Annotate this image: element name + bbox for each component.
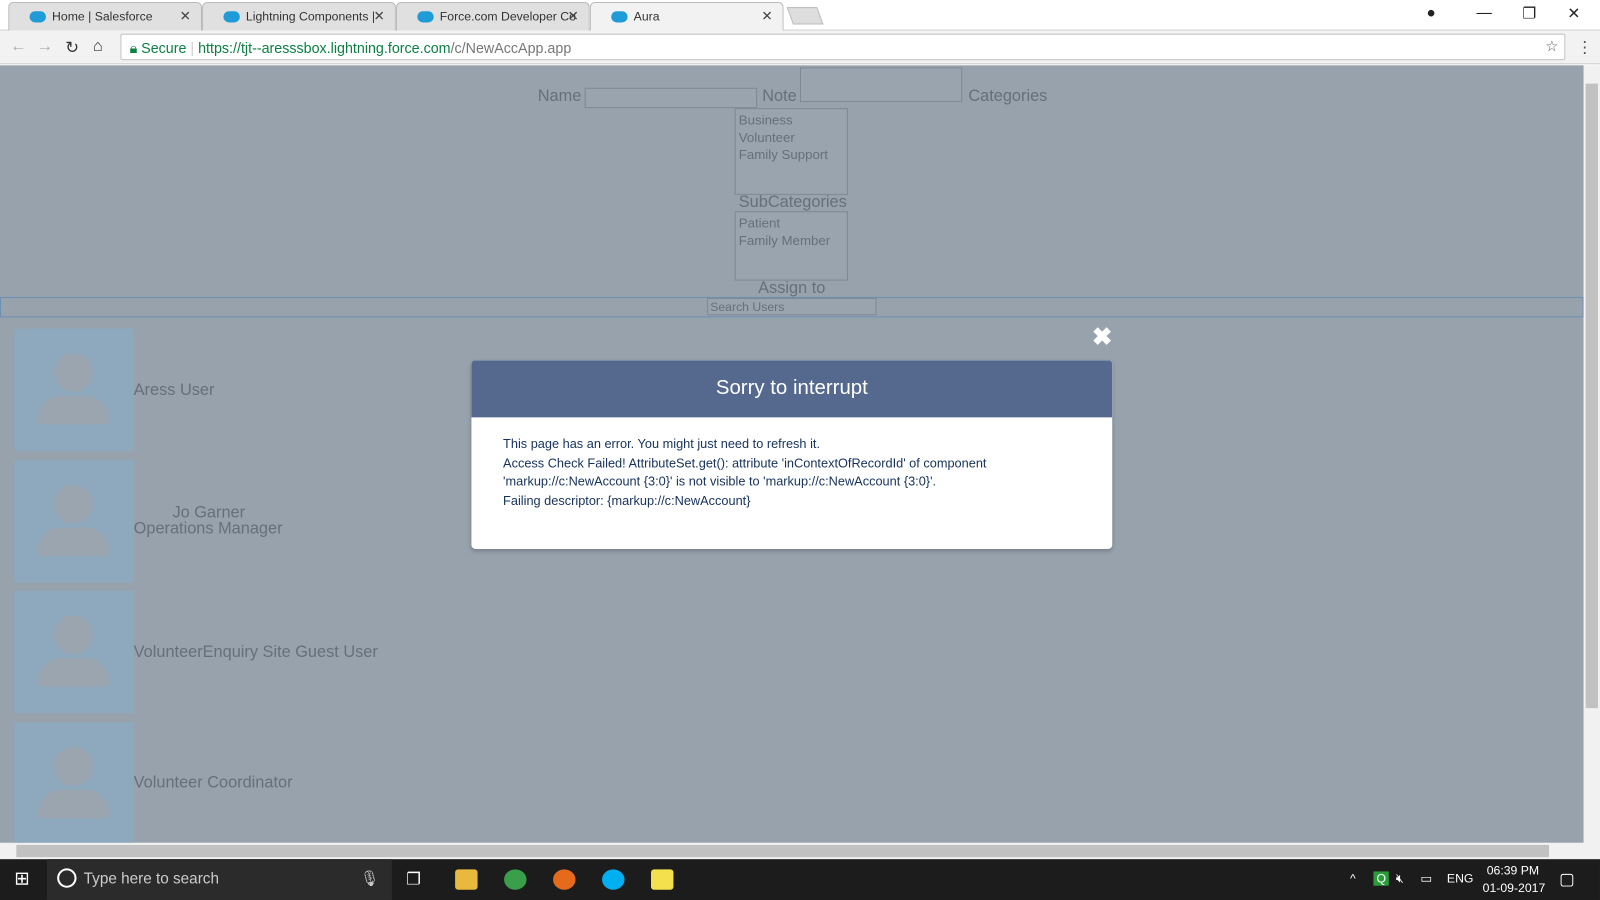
firefox-icon[interactable]: [553, 869, 576, 890]
forward-icon[interactable]: →: [37, 38, 53, 56]
name-input[interactable]: [584, 87, 758, 109]
subcategories-listbox[interactable]: Patient Family Member: [734, 211, 848, 281]
tab-label: Force.com Developer Co: [439, 9, 576, 24]
back-icon[interactable]: ←: [10, 38, 26, 56]
volume-muted-icon[interactable]: 🔇︎: [1396, 871, 1404, 886]
taskbar-search-placeholder: Type here to search: [83, 870, 219, 888]
note-label: Note: [762, 87, 797, 106]
close-tab-icon[interactable]: ✕: [761, 8, 772, 24]
new-tab-button[interactable]: [786, 7, 824, 25]
category-option[interactable]: Business: [739, 111, 844, 128]
clock-date[interactable]: 01-09-2017: [1483, 881, 1546, 895]
url-path: /c/NewAccApp.app: [450, 39, 572, 57]
taskbar-search[interactable]: Type here to search 🎙︎: [46, 859, 392, 900]
skype-icon[interactable]: [602, 869, 625, 890]
home-icon[interactable]: ⌂: [93, 38, 103, 56]
tab-label: Home | Salesforce: [52, 9, 153, 24]
user-title: Operations Manager: [133, 520, 283, 538]
tab-lightning-components[interactable]: Lightning Components | ✕: [202, 2, 396, 31]
close-modal-icon[interactable]: ✖: [1092, 322, 1113, 352]
salesforce-icon: [611, 11, 628, 23]
tab-force-developer[interactable]: Force.com Developer Co ✕: [395, 2, 590, 31]
modal-body: This page has an error. You might just n…: [471, 417, 1112, 528]
reload-icon[interactable]: ↻: [65, 38, 79, 58]
address-bar: ← → ↻ ⌂ 🔒︎ Secure | https://tjt--aresssb…: [0, 30, 1600, 65]
close-tab-icon[interactable]: ✕: [374, 8, 385, 24]
category-option[interactable]: Family Support: [739, 146, 844, 163]
taskbar: ⊞ Type here to search 🎙︎ ❐ ^ Q 🔇︎ ▭ ENG …: [0, 859, 1600, 900]
user-avatar[interactable]: [14, 722, 134, 843]
network-icon[interactable]: ▭: [1420, 871, 1432, 885]
tab-home-salesforce[interactable]: Home | Salesforce ✕: [8, 2, 203, 31]
task-view-icon[interactable]: ❐: [406, 869, 421, 889]
secure-label: Secure: [141, 39, 187, 57]
category-option[interactable]: Volunteer: [739, 129, 844, 146]
close-tab-icon[interactable]: ✕: [567, 8, 578, 24]
search-users-input[interactable]: [707, 297, 877, 316]
tray-app-icon[interactable]: Q: [1373, 871, 1390, 886]
chrome-icon[interactable]: [504, 869, 527, 890]
clock-time[interactable]: 06:39 PM: [1487, 863, 1539, 877]
salesforce-icon: [223, 11, 240, 23]
menu-icon[interactable]: ⋮: [1577, 38, 1593, 58]
modal-title: Sorry to interrupt: [471, 360, 1113, 418]
restore-button[interactable]: ❐: [1522, 4, 1536, 22]
user-name[interactable]: Volunteer Coordinator: [134, 774, 293, 792]
language-indicator[interactable]: ENG: [1447, 871, 1474, 885]
search-bar: [0, 296, 1584, 318]
note-textarea[interactable]: [799, 67, 963, 103]
salesforce-icon: [29, 11, 46, 23]
close-tab-icon[interactable]: ✕: [180, 8, 191, 24]
close-window-button[interactable]: ✕: [1567, 4, 1580, 22]
subcategory-option[interactable]: Patient: [739, 214, 844, 231]
error-line: 'markup://c:NewAccount {3:0}' is not vis…: [503, 474, 937, 490]
categories-label: Categories: [968, 87, 1048, 106]
subcategories-label: SubCategories: [738, 193, 847, 212]
action-center-icon[interactable]: ▢: [1559, 869, 1574, 889]
file-explorer-icon[interactable]: [455, 869, 478, 890]
vertical-scrollbar[interactable]: [1583, 65, 1600, 843]
tab-aura[interactable]: Aura ✕: [589, 2, 784, 31]
tab-label: Aura: [633, 9, 660, 24]
tab-label: Lightning Components |: [245, 9, 376, 24]
sticky-notes-icon[interactable]: [651, 869, 674, 890]
user-name[interactable]: Aress User: [134, 382, 215, 400]
error-line: This page has an error. You might just n…: [503, 436, 821, 452]
user-avatar[interactable]: [14, 328, 134, 452]
horizontal-scrollbar[interactable]: [0, 842, 1600, 860]
assign-label: Assign to: [758, 279, 826, 297]
user-name[interactable]: VolunteerEnquiry Site Guest User: [134, 644, 378, 662]
name-label: Name: [537, 87, 582, 106]
lock-icon: 🔒︎: [129, 39, 138, 57]
microphone-icon[interactable]: 🎙︎: [360, 869, 379, 887]
profile-icon[interactable]: ●: [1427, 4, 1436, 21]
salesforce-icon: [417, 11, 434, 23]
windows-start-icon[interactable]: ⊞: [14, 868, 29, 889]
tab-bar: Home | Salesforce ✕ Lightning Components …: [0, 0, 1600, 31]
user-avatar[interactable]: [14, 590, 134, 714]
categories-listbox[interactable]: Business Volunteer Family Support: [734, 108, 848, 195]
error-line: Failing descriptor: {markup://c:NewAccou…: [503, 493, 751, 509]
error-line: Access Check Failed! AttributeSet.get():…: [503, 455, 987, 471]
bookmark-star-icon[interactable]: ☆: [1545, 38, 1558, 55]
user-avatar[interactable]: [14, 460, 134, 583]
tray-chevron-icon[interactable]: ^: [1350, 871, 1356, 885]
minimize-button[interactable]: —: [1477, 4, 1492, 21]
url-host: https://tjt--aresssbox.lightning.force.c…: [198, 39, 451, 57]
error-modal: Sorry to interrupt This page has an erro…: [471, 360, 1113, 549]
url-input[interactable]: 🔒︎ Secure | https://tjt--aresssbox.light…: [120, 33, 1566, 61]
cortana-icon: [57, 868, 77, 888]
subcategory-option[interactable]: Family Member: [739, 232, 844, 249]
